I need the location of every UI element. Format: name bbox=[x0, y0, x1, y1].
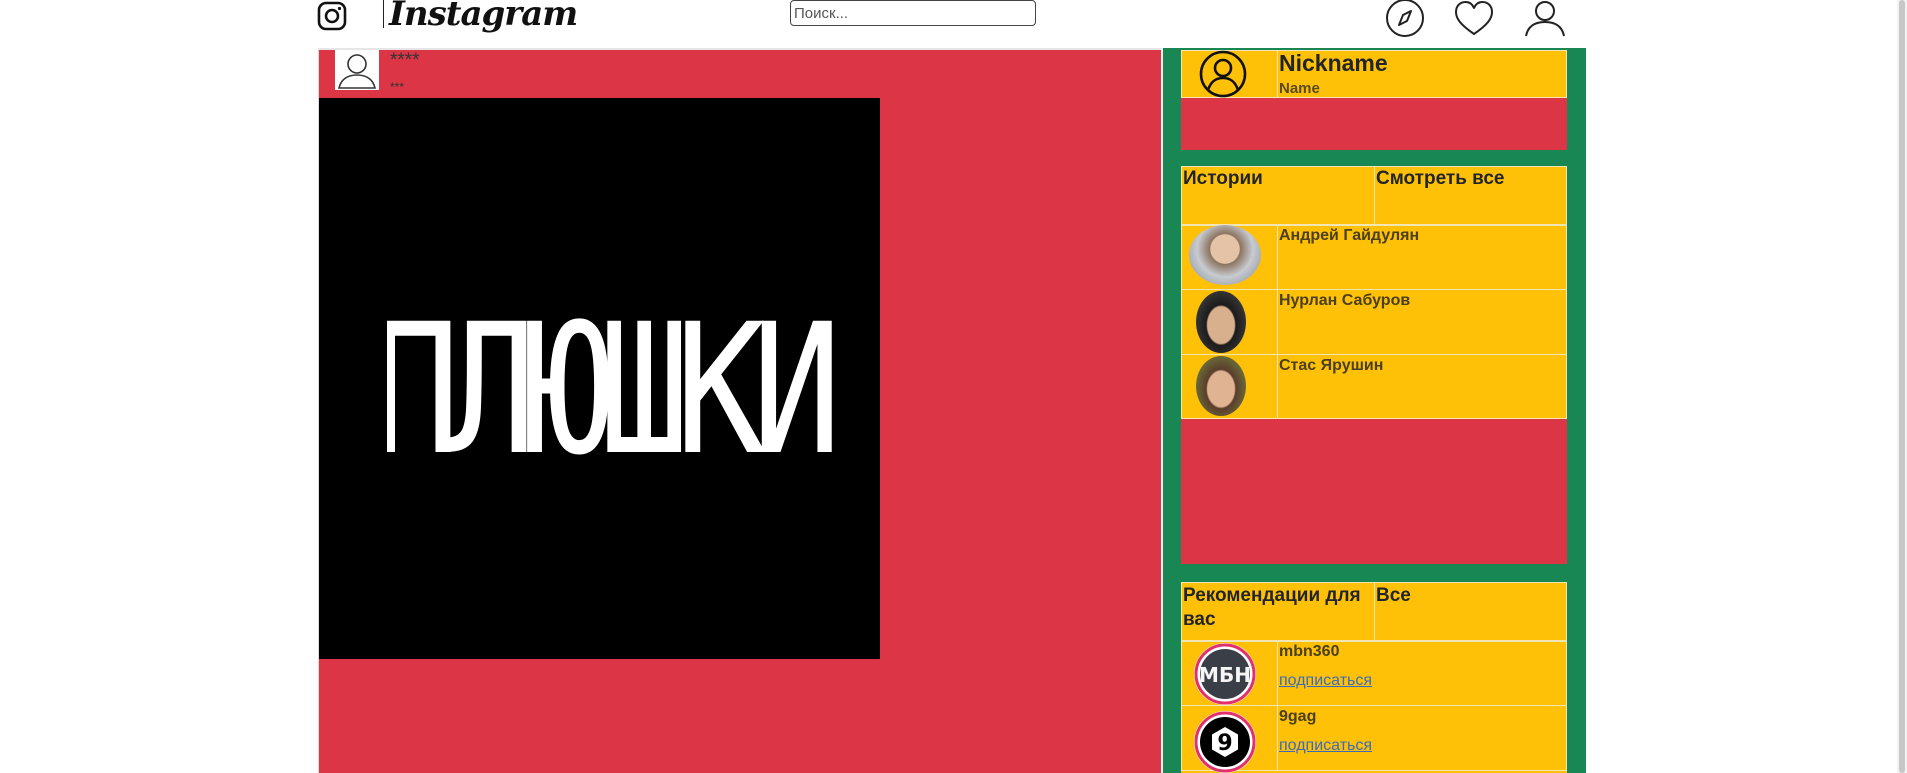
story-avatar[interactable] bbox=[1189, 225, 1261, 285]
compass-icon[interactable] bbox=[1384, 0, 1426, 38]
rec-avatar-text: МБН bbox=[1199, 663, 1251, 687]
follow-link[interactable]: подписаться bbox=[1279, 737, 1372, 755]
profile-avatar-icon[interactable] bbox=[1197, 50, 1249, 98]
instagram-wordmark[interactable]: Instagram bbox=[389, 0, 578, 34]
profile-nickname[interactable]: Nickname bbox=[1279, 50, 1388, 77]
stories-see-all-link[interactable]: Смотреть все bbox=[1376, 167, 1505, 191]
recommendations-title: Рекомендации для вас bbox=[1183, 585, 1361, 630]
plyushki-logo-image: ПЛЮШКИ bbox=[370, 286, 846, 496]
rec-username[interactable]: mbn360 bbox=[1279, 643, 1339, 661]
story-username[interactable]: Андрей Гайдулян bbox=[1279, 227, 1419, 245]
post-avatar-icon[interactable] bbox=[335, 50, 379, 90]
follow-link[interactable]: подписаться bbox=[1279, 672, 1372, 690]
header-divider bbox=[383, 0, 384, 28]
story-avatar[interactable] bbox=[1196, 291, 1246, 353]
rec-avatar-text: 9 bbox=[1217, 731, 1232, 756]
story-username[interactable]: Стас Ярушин bbox=[1279, 357, 1383, 375]
user-profile-icon[interactable] bbox=[1524, 0, 1566, 38]
stories-title: Истории bbox=[1183, 168, 1263, 189]
mbn360-avatar[interactable]: МБН bbox=[1189, 642, 1261, 706]
rec-username[interactable]: 9gag bbox=[1279, 708, 1316, 726]
heart-icon[interactable] bbox=[1453, 0, 1495, 38]
post-image[interactable]: ПЛЮШКИ bbox=[319, 98, 880, 659]
instagram-logo-icon[interactable] bbox=[316, 0, 348, 32]
post-username[interactable]: **** bbox=[390, 50, 420, 72]
profile-name: Name bbox=[1279, 80, 1320, 97]
scrollbar-thumb[interactable] bbox=[1899, 0, 1905, 773]
post-location: *** bbox=[390, 80, 405, 94]
9gag-avatar[interactable]: 9 bbox=[1189, 706, 1261, 773]
story-avatar[interactable] bbox=[1196, 356, 1246, 416]
story-username[interactable]: Нурлан Сабуров bbox=[1279, 292, 1410, 310]
search-input[interactable] bbox=[790, 0, 1036, 26]
post-image-text: ПЛЮШКИ bbox=[370, 286, 832, 496]
recommendations-all-link[interactable]: Все bbox=[1376, 584, 1411, 608]
